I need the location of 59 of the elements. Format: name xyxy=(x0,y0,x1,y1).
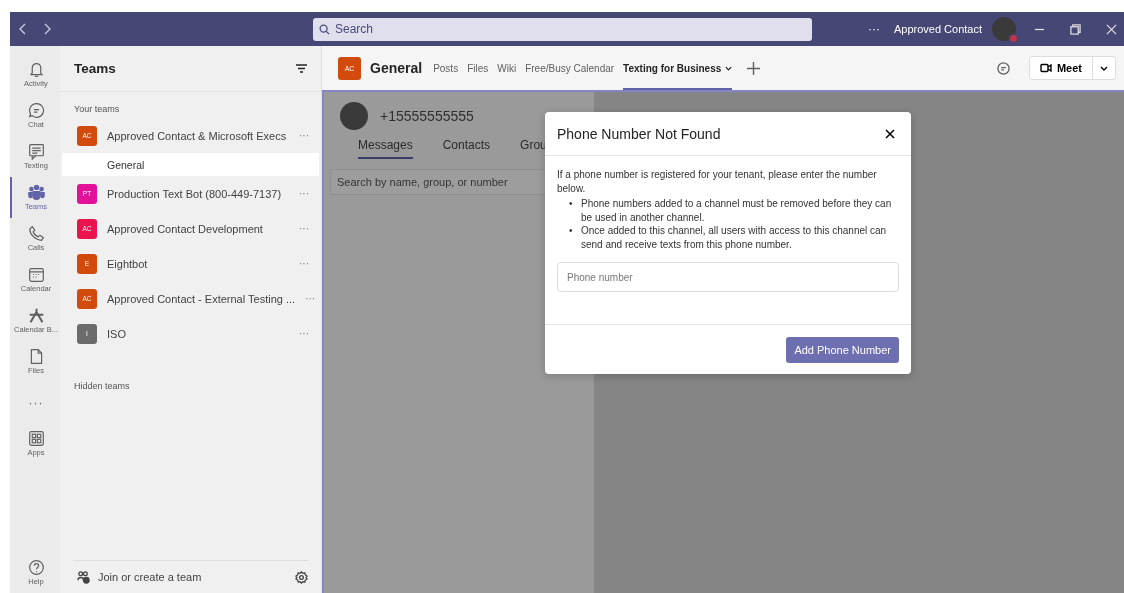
team-name: Approved Contact - External Testing ... xyxy=(107,292,296,305)
app-tab[interactable]: Messages xyxy=(358,138,413,159)
channel-tab[interactable]: Texting for Business xyxy=(623,46,733,90)
section-label: Your teams xyxy=(73,103,121,116)
more-options-button[interactable]: ··· xyxy=(299,188,309,199)
channel-tab[interactable]: Files xyxy=(467,46,489,90)
dialog-title: Phone Number Not Found xyxy=(557,125,721,142)
plus-icon[interactable] xyxy=(747,61,761,75)
more-options-button[interactable]: ··· xyxy=(299,223,309,234)
team-name: Approved Contact Development xyxy=(107,222,264,235)
team-name: Eightbot xyxy=(107,257,149,270)
video-camera-icon xyxy=(1039,63,1052,73)
section-label: Hidden teams xyxy=(73,380,131,393)
more-options-button[interactable]: ··· xyxy=(305,293,316,304)
add-phone-number-button[interactable]: Add Phone Number xyxy=(786,336,899,363)
message-icon xyxy=(27,143,45,160)
avatar-photo-placeholder xyxy=(340,102,368,130)
settings-icon[interactable] xyxy=(295,570,308,584)
caret-icon xyxy=(1100,65,1108,71)
apps-icon xyxy=(27,430,45,447)
team-name: ISO xyxy=(107,327,127,340)
phone-number-field[interactable]: Phone number xyxy=(557,262,899,292)
channel-tab[interactable]: Wiki xyxy=(497,46,517,90)
more-options-button[interactable]: ··· xyxy=(299,328,309,339)
search-field[interactable]: Search xyxy=(313,17,812,41)
phone-icon xyxy=(27,225,45,242)
bullet-text: Once added to this channel, all users with access to this channel can send and receive texts from this phone number. xyxy=(581,224,888,251)
more-apps-button[interactable]: ··· xyxy=(10,382,60,423)
channel-item[interactable]: General xyxy=(62,153,319,176)
figure-icon xyxy=(27,307,45,324)
search-icon xyxy=(319,23,330,35)
join-team-link[interactable]: Join or create a team xyxy=(98,571,287,583)
restore-icon[interactable] xyxy=(1069,23,1081,35)
channel-tab[interactable]: Posts xyxy=(433,46,459,90)
bullet-marker: • xyxy=(569,224,574,238)
close-button[interactable] xyxy=(883,126,897,141)
help-icon xyxy=(27,559,45,576)
calendar-icon xyxy=(27,266,45,283)
filter-icon[interactable] xyxy=(296,64,307,73)
panel-title: Teams xyxy=(74,61,116,76)
channel-name: General xyxy=(370,60,423,76)
presence-dot xyxy=(1009,34,1018,43)
team-name: Approved Contact & Microsoft Execs xyxy=(107,129,288,142)
more-options-button[interactable]: ··· xyxy=(299,258,309,269)
team-name: Production Text Bot (800-449-7137) xyxy=(107,187,283,200)
bell-icon xyxy=(27,61,45,78)
close-icon[interactable] xyxy=(1105,23,1117,35)
more-options-button[interactable]: ··· xyxy=(299,130,309,141)
bullet-marker: • xyxy=(569,197,574,211)
user-name: Approved Contact xyxy=(893,23,982,35)
chat-icon xyxy=(27,102,45,119)
bullet-text: Phone numbers added to a channel must be removed before they can be used in another channel. xyxy=(581,197,893,224)
people-add-icon xyxy=(77,570,90,584)
more-options-button[interactable]: ··· xyxy=(867,22,880,36)
chat-icon[interactable] xyxy=(996,61,1010,75)
app-tab[interactable]: Contacts xyxy=(442,138,491,159)
people-icon xyxy=(27,184,45,201)
channel-tab[interactable]: Free/Busy Calendar xyxy=(525,46,615,90)
phone-number: +15555555555 xyxy=(380,108,474,124)
